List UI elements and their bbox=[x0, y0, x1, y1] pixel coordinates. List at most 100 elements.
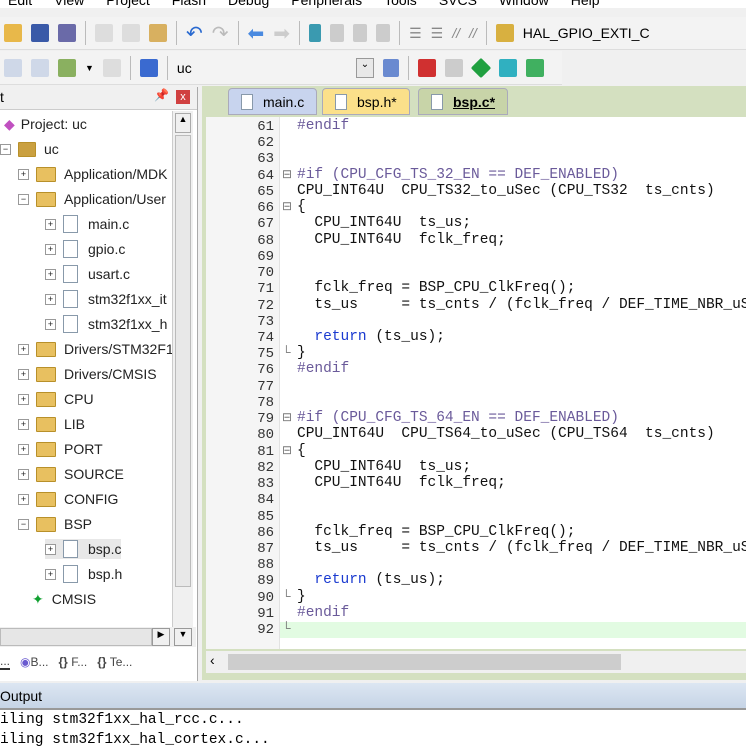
fold-marker-icon[interactable]: ⊟ bbox=[282, 199, 292, 213]
find-combo[interactable]: HAL_GPIO_EXTI_C bbox=[523, 25, 650, 41]
build-icon[interactable] bbox=[31, 58, 49, 77]
tree-item[interactable]: + SOURCE bbox=[18, 464, 124, 484]
scroll-down-icon[interactable]: ▼ bbox=[174, 628, 192, 646]
expand-toggle-icon[interactable]: + bbox=[45, 318, 56, 330]
scroll-right-icon[interactable]: ▶ bbox=[152, 628, 170, 646]
tree-item[interactable]: + CONFIG bbox=[18, 489, 118, 509]
find-in-files-icon[interactable] bbox=[495, 24, 514, 42]
paste-icon[interactable] bbox=[149, 24, 167, 42]
tab-functions[interactable]: {} F... bbox=[59, 655, 88, 669]
menu-flash[interactable]: Flash bbox=[172, 0, 206, 8]
fold-marker-icon[interactable]: ⊟ bbox=[282, 443, 292, 457]
editor-hscroll[interactable]: ‹ bbox=[206, 651, 746, 673]
cut-icon[interactable] bbox=[95, 24, 113, 42]
menu-peripherals[interactable]: Peripherals bbox=[291, 0, 362, 8]
translate-icon[interactable] bbox=[4, 58, 22, 77]
tree-item[interactable]: + PORT bbox=[18, 439, 103, 459]
expand-toggle-icon[interactable]: + bbox=[45, 218, 56, 230]
hscroll-thumb[interactable] bbox=[0, 628, 152, 646]
expand-toggle-icon[interactable]: − bbox=[0, 143, 11, 155]
multi-project-icon[interactable] bbox=[444, 58, 463, 77]
expand-toggle-icon[interactable]: + bbox=[45, 243, 56, 255]
manage-runtime-icon[interactable] bbox=[525, 58, 544, 77]
bookmark-icon[interactable] bbox=[309, 24, 322, 42]
expand-toggle-icon[interactable]: + bbox=[18, 343, 29, 355]
pack-installer-icon[interactable] bbox=[470, 57, 492, 78]
expand-toggle-icon[interactable]: − bbox=[18, 193, 29, 205]
menu-view[interactable]: View bbox=[54, 0, 84, 8]
tree-vscroll[interactable]: ▲ bbox=[172, 111, 193, 641]
expand-toggle-icon[interactable]: + bbox=[45, 268, 56, 280]
tree-item[interactable]: + main.c bbox=[45, 214, 129, 234]
scroll-thumb[interactable] bbox=[175, 135, 191, 587]
tree-item[interactable]: + Application/MDK bbox=[18, 164, 168, 184]
expand-toggle-icon[interactable]: + bbox=[18, 493, 29, 505]
tree-item[interactable]: + Drivers/STM32F1 bbox=[18, 339, 174, 359]
tab-bsp-h-[interactable]: bsp.h* bbox=[322, 88, 410, 115]
stop-build-icon[interactable] bbox=[102, 58, 121, 77]
fold-marker-icon[interactable]: ⊟ bbox=[282, 167, 292, 181]
expand-toggle-icon[interactable]: + bbox=[45, 568, 56, 580]
tree-item[interactable]: − uc bbox=[0, 139, 59, 159]
fold-marker-icon[interactable]: └ bbox=[282, 345, 291, 359]
redo-icon[interactable]: ↷ bbox=[212, 21, 229, 46]
unindent-icon[interactable]: ☰ bbox=[431, 25, 444, 42]
load-icon[interactable] bbox=[139, 58, 158, 77]
tree-item[interactable]: + stm32f1xx_h bbox=[45, 314, 167, 334]
expand-toggle-icon[interactable]: + bbox=[18, 168, 29, 180]
rebuild-icon[interactable] bbox=[58, 58, 76, 77]
target-options-icon[interactable] bbox=[382, 58, 399, 77]
expand-toggle-icon[interactable]: + bbox=[18, 418, 29, 430]
copy-icon[interactable] bbox=[122, 24, 140, 42]
menu-tools[interactable]: Tools bbox=[384, 0, 417, 8]
menu-project[interactable]: Project bbox=[106, 0, 150, 8]
close-icon[interactable]: x bbox=[176, 90, 190, 104]
tree-item[interactable]: + Drivers/CMSIS bbox=[18, 364, 157, 384]
fold-marker-icon[interactable]: ⊟ bbox=[282, 410, 292, 424]
prev-bookmark-icon[interactable] bbox=[330, 24, 345, 42]
tree-item[interactable]: + LIB bbox=[18, 414, 85, 434]
indent-icon[interactable]: ☰ bbox=[409, 25, 422, 42]
manage-project-icon[interactable] bbox=[417, 58, 436, 77]
tab-project[interactable]: ... bbox=[0, 654, 11, 670]
select-packs-icon[interactable] bbox=[498, 58, 517, 77]
tab-templates[interactable]: {} Te... bbox=[97, 655, 132, 669]
menu-help[interactable]: Help bbox=[571, 0, 600, 8]
scroll-up-icon[interactable]: ▲ bbox=[175, 113, 191, 133]
tree-item[interactable]: + bsp.c bbox=[45, 539, 122, 559]
expand-toggle-icon[interactable]: + bbox=[18, 368, 29, 380]
tree-item[interactable]: ✦ CMSIS bbox=[18, 589, 96, 609]
tree-item[interactable]: − BSP bbox=[18, 514, 92, 534]
menu-edit[interactable]: Edit bbox=[8, 0, 32, 8]
nav-forward-icon[interactable]: ➡ bbox=[273, 21, 290, 46]
tree-item[interactable]: + gpio.c bbox=[45, 239, 125, 259]
target-select[interactable]: uc bbox=[177, 60, 347, 76]
dropdown-arrow-icon[interactable]: ▼ bbox=[85, 63, 94, 73]
uncomment-icon[interactable]: // bbox=[469, 25, 477, 41]
editor-hscroll-thumb[interactable] bbox=[228, 654, 621, 670]
tab-books[interactable]: ◉B... bbox=[20, 655, 49, 669]
next-bookmark-icon[interactable] bbox=[353, 24, 368, 42]
expand-toggle-icon[interactable]: + bbox=[45, 543, 56, 555]
expand-toggle-icon[interactable]: + bbox=[18, 468, 29, 480]
tab-bsp-c-[interactable]: bsp.c* bbox=[418, 88, 509, 115]
expand-toggle-icon[interactable]: + bbox=[18, 393, 29, 405]
menu-svcs[interactable]: SVCS bbox=[439, 0, 477, 8]
tree-item[interactable]: − Application/User bbox=[18, 189, 166, 209]
nav-back-icon[interactable]: ⬅ bbox=[248, 21, 265, 46]
save-all-icon[interactable] bbox=[58, 24, 76, 42]
tree-item[interactable]: + CPU bbox=[18, 389, 94, 409]
menu-debug[interactable]: Debug bbox=[228, 0, 269, 8]
scroll-left-icon[interactable]: ‹ bbox=[210, 652, 215, 668]
expand-toggle-icon[interactable]: + bbox=[18, 443, 29, 455]
clear-bookmarks-icon[interactable] bbox=[376, 24, 391, 42]
tree-hscroll[interactable]: ▶ ▼ bbox=[0, 627, 196, 647]
comment-icon[interactable]: // bbox=[452, 25, 460, 41]
pin-icon[interactable]: 📌 bbox=[154, 88, 169, 102]
expand-toggle-icon[interactable]: − bbox=[18, 518, 29, 530]
expand-toggle-icon[interactable]: + bbox=[45, 293, 56, 305]
tree-item[interactable]: + stm32f1xx_it bbox=[45, 289, 167, 309]
save-icon[interactable] bbox=[31, 24, 49, 42]
open-icon[interactable] bbox=[4, 24, 22, 42]
chevron-down-icon[interactable]: ⌄ bbox=[355, 57, 374, 78]
